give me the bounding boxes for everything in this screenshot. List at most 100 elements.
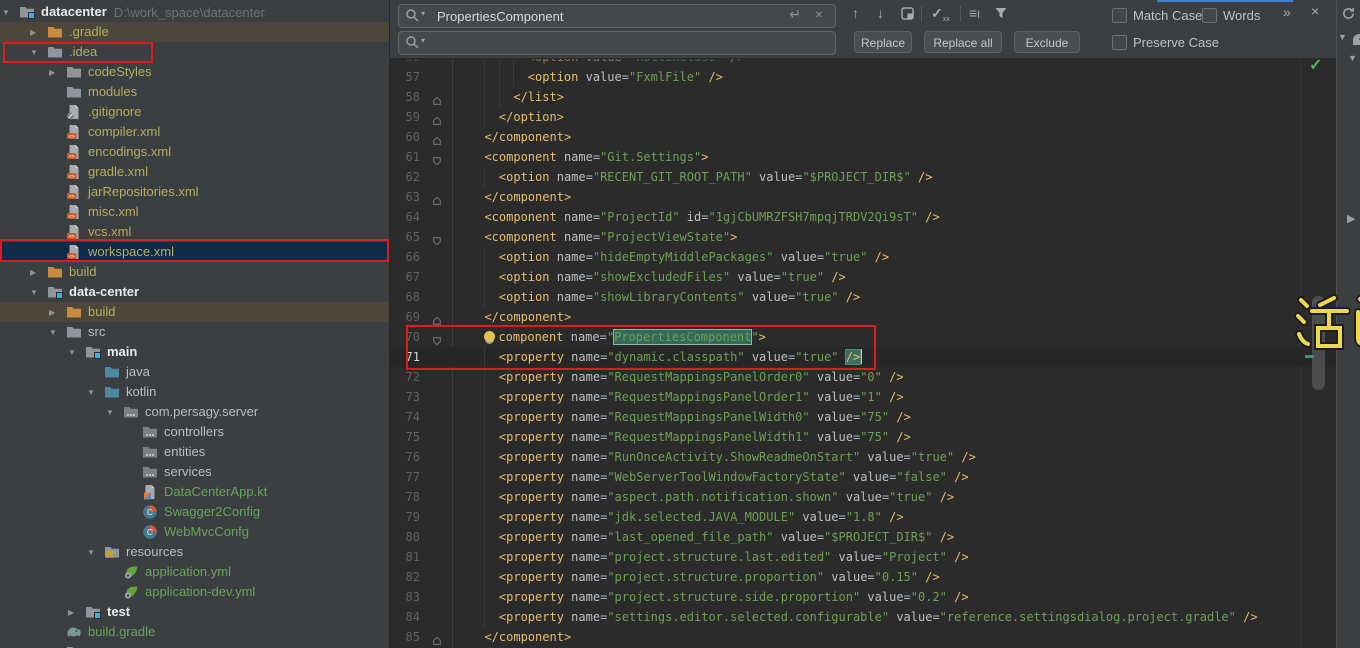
code-line-62[interactable]: 62 <option name="RECENT_GIT_ROOT_PATH" v… bbox=[390, 167, 1336, 187]
code-line-83[interactable]: 83 <property name="project.structure.sid… bbox=[390, 587, 1336, 607]
editor-panel[interactable]: 56 <option value="KotlinClass" />57 <opt… bbox=[390, 0, 1336, 648]
fold-end-icon[interactable] bbox=[432, 312, 442, 322]
code-line-59[interactable]: 59 </option> bbox=[390, 107, 1336, 127]
code-text[interactable]: <property name="RequestMappingsPanelOrde… bbox=[470, 387, 904, 407]
code-text[interactable]: </component> bbox=[470, 307, 571, 327]
search-history-dropdown-icon[interactable]: ▾ bbox=[421, 9, 425, 18]
fold-start-icon[interactable] bbox=[432, 232, 442, 242]
tree-item-jarRepositories.xml[interactable]: <>jarRepositories.xml bbox=[0, 182, 389, 202]
fold-end-icon[interactable] bbox=[432, 632, 442, 642]
code-line-79[interactable]: 79 <property name="jdk.selected.JAVA_MOD… bbox=[390, 507, 1336, 527]
code-line-82[interactable]: 82 <property name="project.structure.pro… bbox=[390, 567, 1336, 587]
fold-end-icon[interactable] bbox=[432, 112, 442, 122]
replace-all-button[interactable]: Replace all bbox=[924, 31, 1002, 53]
code-text[interactable]: <property name="project.structure.propor… bbox=[470, 567, 940, 587]
code-text[interactable]: <property name="settings.editor.selected… bbox=[470, 607, 1258, 627]
code-line-84[interactable]: 84 <property name="settings.editor.selec… bbox=[390, 607, 1336, 627]
code-line-75[interactable]: 75 <property name="RequestMappingsPanelW… bbox=[390, 427, 1336, 447]
code-line-64[interactable]: 64 <component name="ProjectId" id="1gjCb… bbox=[390, 207, 1336, 227]
search-input[interactable] bbox=[435, 5, 769, 27]
tree-item-kotlin[interactable]: ▼kotlin bbox=[0, 382, 389, 402]
collapsed-arrow-icon[interactable]: ▶ bbox=[28, 268, 47, 277]
search-in-selection-icon[interactable]: ≡I bbox=[969, 5, 980, 21]
tree-item-controllers[interactable]: controllers bbox=[0, 422, 389, 442]
code-line-72[interactable]: 72 <property name="RequestMappingsPanelO… bbox=[390, 367, 1336, 387]
find-options-icon[interactable]: ✓xx bbox=[931, 5, 950, 23]
code-text[interactable]: </list> bbox=[470, 87, 564, 107]
tree-item-java[interactable]: java bbox=[0, 362, 389, 382]
code-line-74[interactable]: 74 <property name="RequestMappingsPanelW… bbox=[390, 407, 1336, 427]
expanded-arrow-icon[interactable]: ▼ bbox=[0, 8, 19, 17]
fold-end-icon[interactable] bbox=[432, 132, 442, 142]
tree-root-datacenter[interactable]: ▼ datacenter D:\work_space\datacenter bbox=[0, 2, 389, 22]
play-marker-icon[interactable]: ▶ bbox=[1347, 212, 1355, 225]
tree-item-build[interactable]: ▶build bbox=[0, 262, 389, 282]
tree-item-test[interactable]: ▶test bbox=[0, 602, 389, 622]
gradle-sync-icon[interactable] bbox=[1341, 6, 1356, 26]
fold-end-icon[interactable] bbox=[432, 92, 442, 102]
tree-item-partial[interactable]: ▶ bbox=[0, 642, 389, 648]
code-text[interactable]: <property name="project.structure.side.p… bbox=[470, 587, 969, 607]
fold-start-icon[interactable] bbox=[432, 152, 442, 162]
code-line-69[interactable]: 69 </component> bbox=[390, 307, 1336, 327]
collapsed-arrow-icon[interactable]: ▶ bbox=[28, 28, 47, 37]
expanded-arrow-icon[interactable]: ▼ bbox=[85, 548, 104, 557]
replace-button[interactable]: Replace bbox=[854, 31, 912, 53]
replace-history-dropdown-icon[interactable]: ▾ bbox=[421, 36, 425, 45]
tree-item-application-dev.yml[interactable]: application-dev.yml bbox=[0, 582, 389, 602]
expanded-arrow-icon[interactable]: ▼ bbox=[47, 328, 66, 337]
clear-search-icon[interactable]: × bbox=[815, 6, 823, 22]
code-line-80[interactable]: 80 <property name="last_opened_file_path… bbox=[390, 527, 1336, 547]
close-find-bar-icon[interactable]: × bbox=[1311, 3, 1319, 19]
tree-item-data-center[interactable]: ▼data-center bbox=[0, 282, 389, 302]
tree-item-DataCenterApp.kt[interactable]: DataCenterApp.kt bbox=[0, 482, 389, 502]
tree-item-main[interactable]: ▼main bbox=[0, 342, 389, 362]
previous-occurrence-icon[interactable]: ↑ bbox=[852, 5, 859, 21]
tree-item-com.persagy.server[interactable]: ▼com.persagy.server bbox=[0, 402, 389, 422]
code-text[interactable]: </component> bbox=[470, 127, 571, 147]
replace-search-icon[interactable] bbox=[405, 35, 420, 50]
code-line-68[interactable]: 68 <option name="showLibraryContents" va… bbox=[390, 287, 1336, 307]
code-text[interactable]: </component> bbox=[470, 627, 571, 647]
tree-item-.gitignore[interactable]: .gitignore bbox=[0, 102, 389, 122]
gradle-elephant-icon[interactable] bbox=[1351, 31, 1360, 51]
match-case-checkbox[interactable] bbox=[1112, 8, 1127, 23]
code-text[interactable]: <property name="last_opened_file_path" v… bbox=[470, 527, 954, 547]
code-text[interactable]: <property name="project.structure.last.e… bbox=[470, 547, 969, 567]
code-line-60[interactable]: 60 </component> bbox=[390, 127, 1336, 147]
collapsed-arrow-icon[interactable]: ▶ bbox=[47, 68, 66, 77]
tree-item-build[interactable]: ▶build bbox=[0, 302, 389, 322]
fold-end-icon[interactable] bbox=[432, 192, 442, 202]
preserve-case-checkbox[interactable] bbox=[1112, 35, 1127, 50]
code-text[interactable]: <option name="showExcludedFiles" value="… bbox=[470, 267, 846, 287]
tree-item-Swagger2Config[interactable]: CSwagger2Config bbox=[0, 502, 389, 522]
tree-item-application.yml[interactable]: application.yml bbox=[0, 562, 389, 582]
tree-item-resources[interactable]: ▼resources bbox=[0, 542, 389, 562]
code-line-78[interactable]: 78 <property name="aspect.path.notificat… bbox=[390, 487, 1336, 507]
open-in-find-window-icon[interactable] bbox=[901, 7, 914, 23]
code-line-61[interactable]: 61 <component name="Git.Settings"> bbox=[390, 147, 1336, 167]
code-line-66[interactable]: 66 <option name="hideEmptyMiddlePackages… bbox=[390, 247, 1336, 267]
code-text[interactable]: <property name="RequestMappingsPanelWidt… bbox=[470, 427, 911, 447]
search-icon[interactable] bbox=[405, 8, 420, 23]
tree-item-services[interactable]: services bbox=[0, 462, 389, 482]
code-text[interactable]: <option name="showLibraryContents" value… bbox=[470, 287, 860, 307]
replace-field[interactable]: ▾ bbox=[398, 31, 836, 55]
code-text[interactable]: <property name="RequestMappingsPanelOrde… bbox=[470, 367, 904, 387]
code-text[interactable]: <property name="jdk.selected.JAVA_MODULE… bbox=[470, 507, 904, 527]
code-text[interactable]: <option name="RECENT_GIT_ROOT_PATH" valu… bbox=[470, 167, 932, 187]
code-line-58[interactable]: 58 </list> bbox=[390, 87, 1336, 107]
code-text[interactable]: <property name="WebServerToolWindowFacto… bbox=[470, 467, 969, 487]
code-line-73[interactable]: 73 <property name="RequestMappingsPanelO… bbox=[390, 387, 1336, 407]
tree-item-encodings.xml[interactable]: <>encodings.xml bbox=[0, 142, 389, 162]
expanded-arrow-icon[interactable]: ▼ bbox=[66, 348, 85, 357]
code-text[interactable]: <property name="RequestMappingsPanelWidt… bbox=[470, 407, 911, 427]
code-line-81[interactable]: 81 <property name="project.structure.las… bbox=[390, 547, 1336, 567]
tree-item-entities[interactable]: entities bbox=[0, 442, 389, 462]
tree-item-WebMvcConfg[interactable]: CWebMvcConfg bbox=[0, 522, 389, 542]
expanded-arrow-icon[interactable]: ▼ bbox=[28, 288, 47, 297]
code-line-67[interactable]: 67 <option name="showExcludedFiles" valu… bbox=[390, 267, 1336, 287]
tree-item-src[interactable]: ▼src bbox=[0, 322, 389, 342]
code-text[interactable]: <option value="FxmlFile" /> bbox=[470, 67, 723, 87]
collapsed-arrow-icon[interactable]: ▶ bbox=[66, 608, 85, 617]
